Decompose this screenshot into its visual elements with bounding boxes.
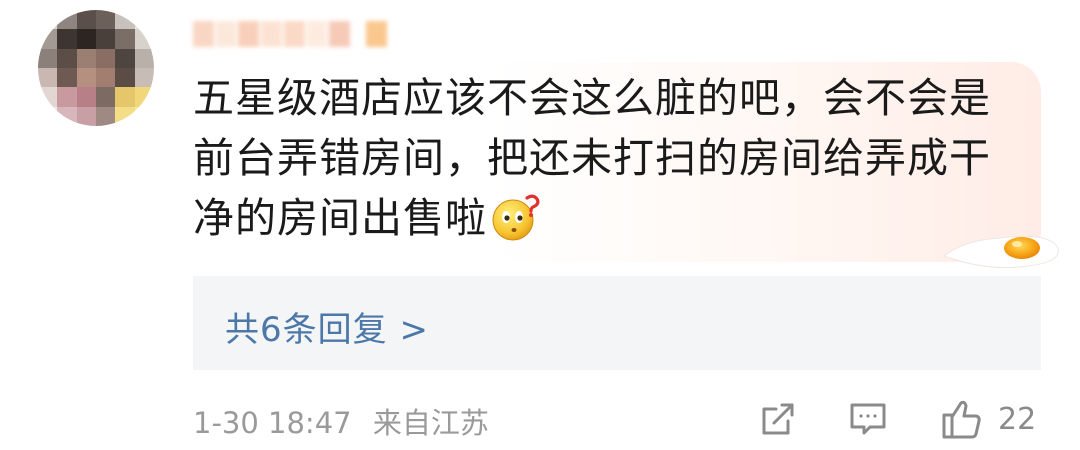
- comment-text: 五星级酒店应该不会这么脏的吧，会不会是前台弄错房间，把还未打扫的房间给弄成干净的…: [193, 74, 991, 242]
- think-question-emoji: [491, 192, 541, 242]
- share-button[interactable]: [758, 396, 798, 442]
- like-button[interactable]: 22: [940, 396, 1036, 442]
- comment-meta: 1-30 18:47 来自江苏: [193, 400, 489, 442]
- like-count: 22: [998, 401, 1037, 437]
- view-replies-link[interactable]: 共6条回复 >: [225, 302, 429, 351]
- share-icon: [758, 399, 798, 439]
- comment-location: 来自江苏: [372, 406, 489, 440]
- comment-content: 五星级酒店应该不会这么脏的吧，会不会是前台弄错房间，把还未打扫的房间给弄成干净的…: [193, 68, 1013, 248]
- replies-panel: 共6条回复 >: [193, 276, 1041, 370]
- comment-actions: 22: [750, 396, 1050, 442]
- thumbs-up-icon: [940, 397, 984, 441]
- comment-icon: [848, 399, 888, 439]
- fried-egg-decoration: [942, 226, 1062, 274]
- avatar[interactable]: [38, 10, 154, 126]
- comment-item: 五星级酒店应该不会这么脏的吧，会不会是前台弄错房间，把还未打扫的房间给弄成干净的…: [0, 0, 1080, 450]
- comment-time: 1-30 18:47: [193, 406, 352, 440]
- comment-button[interactable]: [848, 396, 888, 442]
- username-blurred[interactable]: [193, 14, 389, 54]
